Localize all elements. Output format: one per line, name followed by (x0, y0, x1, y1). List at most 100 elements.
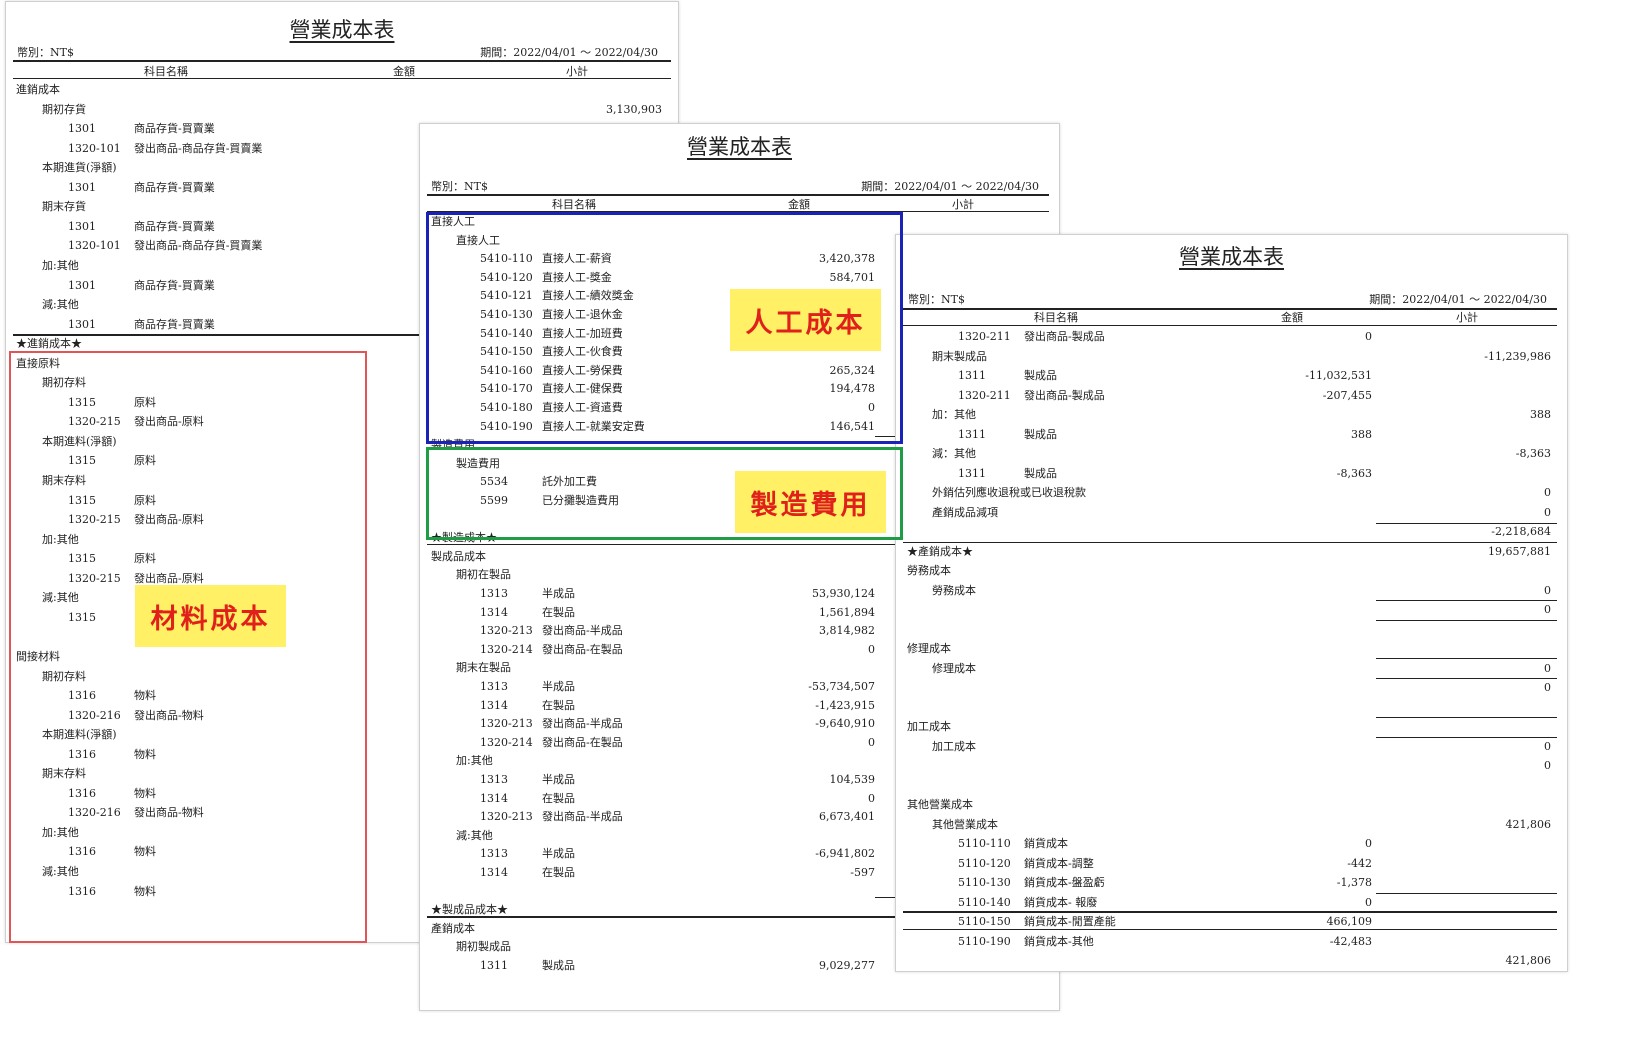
subtotal-cell: 0 (1544, 583, 1551, 597)
amount-cell: 0 (1365, 837, 1372, 850)
account-name: 製成品 (1024, 427, 1057, 441)
period-label: 期間：2022/04/01 ～ 2022/04/30 (861, 180, 1039, 193)
account-code: 1314 (480, 866, 508, 879)
section-label: 加工成本 (907, 720, 951, 733)
group-label: 期初存貨 (42, 102, 86, 116)
table-row: ★產銷成本★ 19,657,881 (896, 542, 1567, 561)
table-row: 0 (896, 678, 1567, 697)
table-row: 5110-150 銷貨成本-閒置產能 466,109 (896, 912, 1567, 931)
subtotal-cell: 0 (1544, 759, 1551, 772)
subtotal-cell: 30,006,494 (1488, 971, 1551, 972)
amount-cell: 388 (1351, 427, 1372, 441)
subtotal-cell: 421,806 (1505, 817, 1552, 831)
account-name: 在製品 (542, 791, 575, 805)
amount-cell: 3,814,982 (819, 624, 875, 638)
currency-label: 幣別：NT$ (908, 293, 965, 306)
subtotal-cell: 19,657,881 (1488, 544, 1551, 558)
col-header-name: 科目名稱 (552, 198, 596, 211)
report-title: 營業成本表 (289, 18, 395, 42)
account-code: 5110-110 (958, 837, 1011, 850)
table-row: 減：其他 -8,363 (896, 444, 1567, 463)
account-name: 發出商品-半成品 (542, 717, 623, 731)
account-code: 1301 (68, 219, 96, 233)
col-header-subtotal: 小計 (952, 198, 974, 211)
group-label: 期末製成品 (932, 349, 987, 363)
account-name: 發出商品-商品存貨-買賣業 (134, 239, 263, 253)
section-label: ★營業成本★ (907, 971, 973, 972)
group-label: 加:其他 (456, 754, 493, 768)
account-name: 商品存貨-買賣業 (134, 317, 215, 331)
table-row: 1320-211 發出商品-製成品 0 (896, 327, 1567, 346)
section-label: 勞務成本 (907, 564, 951, 577)
table-row: 加工成本 0 (896, 737, 1567, 756)
table-row: 產銷成品減項 0 (896, 503, 1567, 522)
group-label: 加:其他 (42, 258, 79, 272)
col-header-subtotal: 小計 (566, 65, 588, 78)
account-code: 1320-214 (480, 735, 533, 749)
account-name: 發出商品-製成品 (1024, 330, 1105, 343)
account-name: 在製品 (542, 698, 575, 712)
account-name: 商品存貨-買賣業 (134, 278, 215, 292)
amount-cell: 0 (868, 735, 875, 749)
table-row (896, 776, 1567, 795)
account-code: 1311 (958, 427, 986, 441)
amount-cell: -207,455 (1322, 388, 1372, 402)
group-label: 減:其他 (456, 828, 493, 842)
account-name: 發出商品-商品存貨-買賣業 (134, 141, 263, 155)
group-label: 勞務成本 (932, 583, 976, 597)
period-label: 期間：2022/04/01 ～ 2022/04/30 (480, 46, 658, 59)
account-name: 發出商品-製成品 (1024, 388, 1105, 402)
table-row: 其他營業成本 (896, 795, 1567, 814)
account-code: 1313 (480, 680, 508, 693)
period-label: 期間：2022/04/01 ～ 2022/04/30 (1369, 293, 1547, 306)
account-code: 5110-140 (958, 895, 1011, 909)
table-row (896, 698, 1567, 717)
table-row: 進銷成本 (6, 80, 678, 99)
section-label: 進銷成本 (16, 83, 60, 96)
account-name: 發出商品-半成品 (542, 624, 623, 638)
account-code: 1320-213 (480, 810, 533, 824)
account-name: 半成品 (542, 680, 575, 693)
report-title: 營業成本表 (687, 135, 792, 159)
account-name: 商品存貨-買賣業 (134, 122, 215, 136)
group-label: 期末存貨 (42, 200, 86, 214)
report-sheet-3: 營業成本表 幣別：NT$ 期間：2022/04/01 ～ 2022/04/30 … (895, 234, 1568, 972)
group-label: 本期進貨(淨額) (42, 161, 117, 175)
col-header-amount: 金額 (1281, 311, 1303, 324)
account-code: 5110-130 (958, 876, 1011, 889)
report-title: 營業成本表 (1179, 245, 1284, 269)
subtotal-cell: -11,239,986 (1484, 349, 1551, 363)
subtotal-cell: 0 (1544, 739, 1551, 753)
table-row: 1320-211 發出商品-製成品 -207,455 (896, 386, 1567, 405)
table-row: 1311 製成品 388 (896, 425, 1567, 444)
amount-cell: 0 (1365, 330, 1372, 343)
amount-cell: 104,539 (829, 773, 876, 786)
amount-cell: 9,029,277 (819, 959, 875, 972)
table-row: 5110-120 銷貨成本-調整 -442 (896, 854, 1567, 873)
subtotal-cell: 0 (1544, 505, 1551, 519)
table-row: 加工成本 (896, 717, 1567, 736)
table-row: 勞務成本 0 (896, 581, 1567, 600)
overhead-label: 製造費用 (735, 471, 886, 533)
account-code: 1313 (480, 773, 508, 786)
col-header-amount: 金額 (788, 198, 810, 211)
group-label: 期初製成品 (456, 940, 511, 954)
amount-cell: -9,640,910 (815, 717, 875, 731)
account-name: 半成品 (542, 587, 575, 600)
account-name: 銷貨成本-盤盈虧 (1024, 876, 1105, 889)
account-code: 1301 (68, 317, 96, 331)
amount-cell: -53,734,507 (808, 680, 875, 693)
account-code: 1320-214 (480, 642, 533, 656)
amount-cell: 1,561,894 (819, 605, 875, 619)
account-name: 銷貨成本-調整 (1024, 856, 1094, 870)
subtotal-cell: 3,130,903 (606, 102, 662, 116)
currency-label: 幣別：NT$ (17, 46, 74, 59)
col-header-subtotal: 小計 (1456, 311, 1478, 324)
table-row: 1311 製成品 -11,032,531 (896, 366, 1567, 385)
account-code: 1311 (958, 466, 986, 480)
table-row: -2,218,684 (896, 522, 1567, 541)
subtotal-cell: 0 (1544, 486, 1551, 499)
table-row: 修理成本 (896, 639, 1567, 658)
account-name: 在製品 (542, 605, 575, 619)
group-label: 減：其他 (932, 447, 976, 460)
